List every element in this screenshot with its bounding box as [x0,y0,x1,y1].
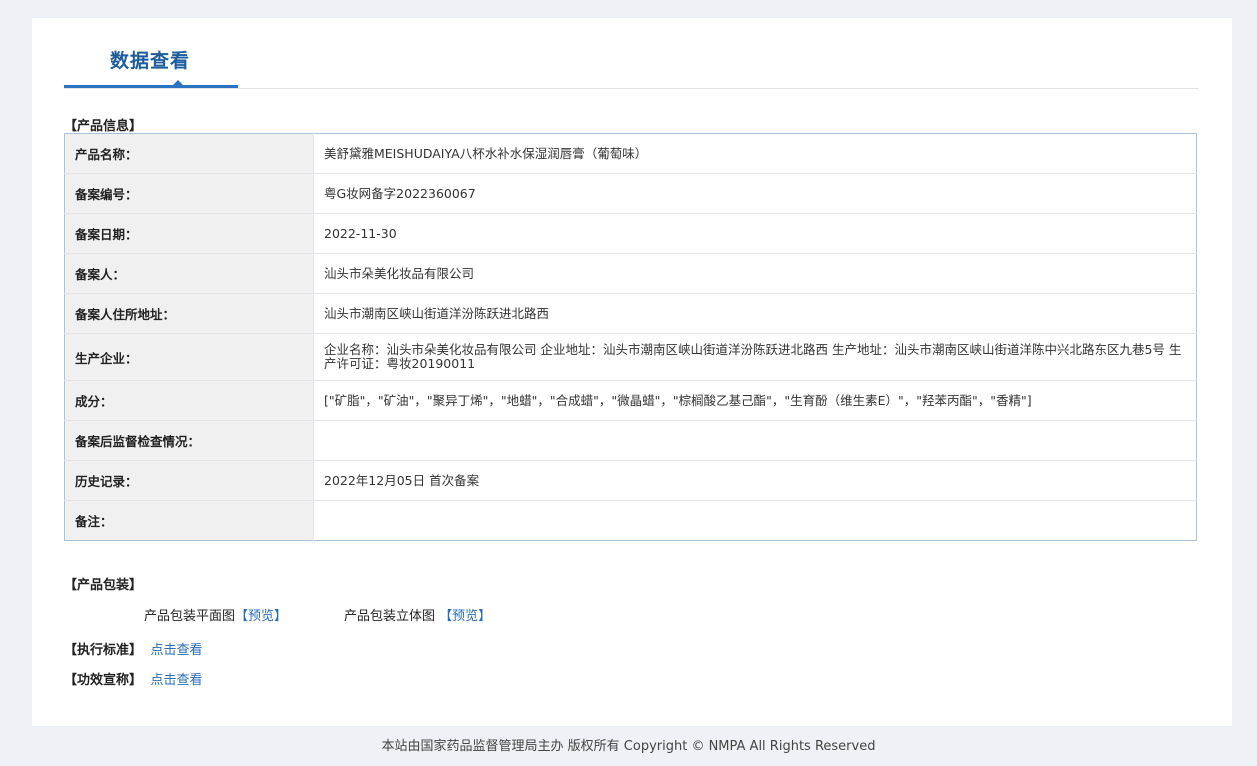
row-value-filer-address: 汕头市潮南区峡山街道洋汾陈跃进北路西 [313,293,1197,334]
packaging-flat-label: 产品包装平面图 [144,609,236,624]
table-row: 成分： ["矿脂"，"矿油"，"聚异丁烯"，"地蜡"，"合成蜡"，"微晶蜡"，"… [64,380,1197,421]
row-value-filing-date: 2022-11-30 [313,213,1197,254]
packaging-solid-label: 产品包装立体图 [344,609,436,624]
product-info-table: 产品名称： 美舒黛雅MEISHUDAIYA八杯水补水保湿润唇膏（葡萄味） 备案编… [64,133,1197,541]
packaging-solid-preview-link[interactable]: 【预览】 [439,609,491,624]
product-info-section-title: 【产品信息】 [64,119,143,134]
table-row: 备案人： 汕头市朵美化妆品有限公司 [64,253,1197,294]
packaging-flat-item: 产品包装平面图【预览】 [144,605,287,624]
packaging-solid-item: 产品包装立体图 【预览】 [344,605,491,624]
row-label-product-name: 产品名称： [64,133,314,174]
table-row: 备注： [64,500,1197,541]
table-row: 历史记录： 2022年12月05日 首次备案 [64,460,1197,501]
row-label-filing-date: 备案日期： [64,213,314,254]
standard-title: 【执行标准】 [64,643,143,658]
table-row: 备案后监督检查情况： [64,420,1197,461]
row-value-manufacturer: 企业名称：汕头市朵美化妆品有限公司 企业地址：汕头市潮南区峡山街道洋汾陈跃进北路… [313,333,1197,381]
standard-view-link[interactable]: 点击查看 [151,643,203,658]
tab-data-view[interactable]: 数据查看 [110,46,190,73]
packaging-flat-preview-link[interactable]: 【预览】 [235,609,287,624]
efficacy-view-link[interactable]: 点击查看 [151,673,203,688]
efficacy-title: 【功效宣称】 [64,673,143,688]
row-label-history: 历史记录： [64,460,314,501]
row-value-filer: 汕头市朵美化妆品有限公司 [313,253,1197,294]
row-value-history: 2022年12月05日 首次备案 [313,460,1197,501]
row-value-remarks [314,501,1197,541]
table-row: 产品名称： 美舒黛雅MEISHUDAIYA八杯水补水保湿润唇膏（葡萄味） [64,133,1197,174]
table-row: 备案日期： 2022-11-30 [64,213,1197,254]
table-row: 备案人住所地址： 汕头市潮南区峡山街道洋汾陈跃进北路西 [64,293,1197,334]
standard-row: 【执行标准】 点击查看 [64,639,203,658]
tab-bar: 数据查看 [64,18,1199,89]
row-label-filer: 备案人： [64,253,314,294]
row-label-remarks: 备注： [64,500,314,541]
row-value-ingredients: ["矿脂"，"矿油"，"聚异丁烯"，"地蜡"，"合成蜡"，"微晶蜡"，"棕榈酸乙… [313,380,1197,421]
row-label-filer-address: 备案人住所地址： [64,293,314,334]
packaging-section-title: 【产品包装】 [64,578,143,593]
row-label-manufacturer: 生产企业： [64,333,314,381]
row-label-ingredients: 成分： [64,380,314,421]
efficacy-row: 【功效宣称】 点击查看 [64,669,203,688]
row-value-filing-number: 粤G妆网备字2022360067 [313,173,1197,214]
row-value-product-name: 美舒黛雅MEISHUDAIYA八杯水补水保湿润唇膏（葡萄味） [313,133,1197,174]
row-label-supervision: 备案后监督检查情况： [64,420,314,461]
tab-active-indicator [64,85,238,88]
row-label-filing-number: 备案编号： [64,173,314,214]
content-panel: 数据查看 【产品信息】 产品名称： 美舒黛雅MEISHUDAIYA八杯水补水保湿… [32,18,1232,726]
row-value-supervision [313,420,1197,461]
footer-copyright: 本站由国家药品监督管理局主办 版权所有 Copyright © NMPA All… [381,739,876,754]
table-row: 生产企业： 企业名称：汕头市朵美化妆品有限公司 企业地址：汕头市潮南区峡山街道洋… [64,333,1197,381]
table-row: 备案编号： 粤G妆网备字2022360067 [64,173,1197,214]
